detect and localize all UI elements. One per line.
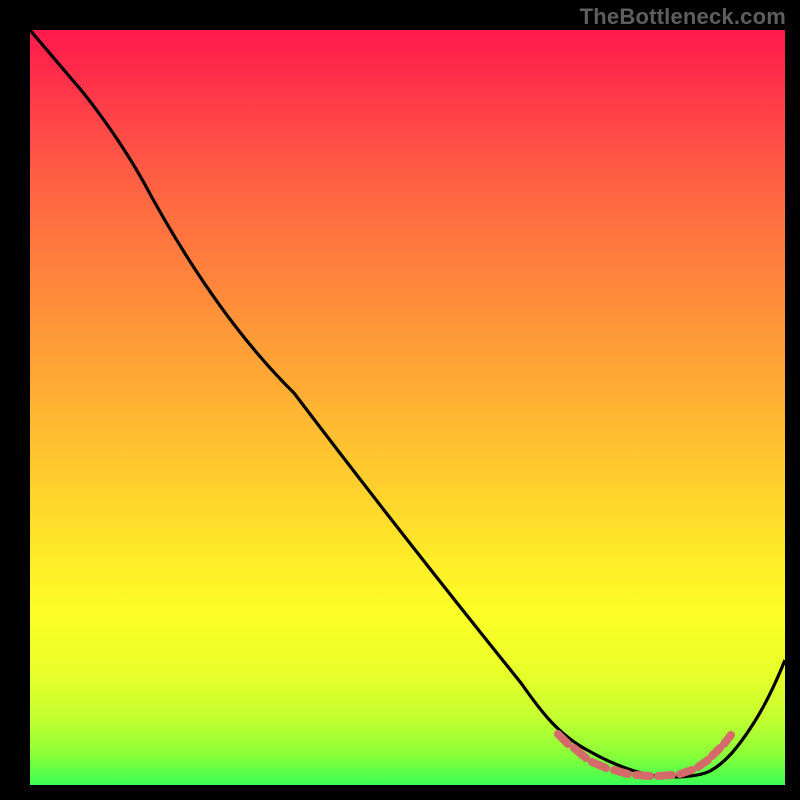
bottleneck-curve-path [30, 30, 785, 777]
curve-svg [30, 30, 785, 785]
plot-area [30, 30, 785, 785]
watermark-text: TheBottleneck.com [580, 4, 786, 30]
chart-frame: TheBottleneck.com [0, 0, 800, 800]
